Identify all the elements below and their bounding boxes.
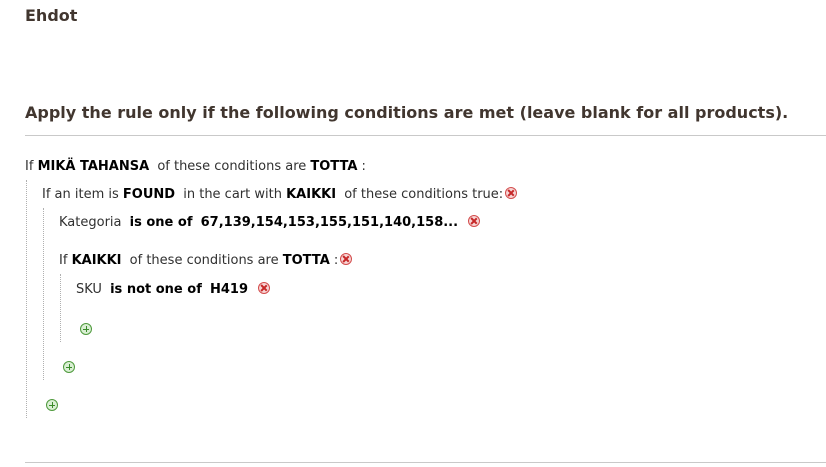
root-aggregator-select[interactable]: MIKÄ TAHANSA bbox=[38, 159, 150, 174]
category-condition: Kategoria is one of 67,139,154,153,155,1… bbox=[59, 214, 481, 232]
sku-operator-select[interactable]: is not one of bbox=[110, 282, 202, 297]
remove-icon[interactable] bbox=[340, 253, 353, 265]
add-icon[interactable] bbox=[46, 399, 58, 411]
sku-value-link[interactable]: H419 bbox=[210, 282, 248, 297]
nested-condition: If KAIKKI of these conditions are TOTTA … bbox=[59, 252, 353, 270]
root-children-guide bbox=[26, 180, 27, 418]
nested-middle-text: of these conditions are bbox=[129, 253, 279, 268]
sku-condition: SKU is not one of H419 bbox=[76, 281, 271, 299]
found-middle-text: in the cart with bbox=[183, 187, 282, 202]
nested-children-guide bbox=[60, 274, 61, 342]
found-prefix-text: If an item is bbox=[42, 187, 119, 202]
nested-end-text: : bbox=[333, 253, 339, 268]
remove-icon[interactable] bbox=[258, 282, 271, 294]
root-condition: If MIKÄ TAHANSA of these conditions are … bbox=[25, 158, 366, 176]
root-value-select[interactable]: TOTTA bbox=[310, 159, 357, 174]
legend-divider bbox=[25, 135, 826, 136]
section-title[interactable]: Ehdot bbox=[25, 6, 77, 25]
found-condition: If an item is FOUND in the cart with KAI… bbox=[42, 186, 518, 204]
root-if-text: If bbox=[25, 159, 34, 174]
nested-aggregator-select[interactable]: KAIKKI bbox=[72, 253, 122, 268]
category-attribute: Kategoria bbox=[59, 215, 122, 230]
root-middle-text: of these conditions are bbox=[157, 159, 307, 174]
nested-value-select[interactable]: TOTTA bbox=[283, 253, 330, 268]
remove-icon[interactable] bbox=[468, 215, 481, 227]
found-aggregator-select[interactable]: KAIKKI bbox=[286, 187, 336, 202]
root-end-text: : bbox=[361, 159, 366, 174]
bottom-divider bbox=[25, 462, 826, 463]
found-value-select[interactable]: FOUND bbox=[123, 187, 175, 202]
add-icon[interactable] bbox=[80, 323, 92, 335]
found-children-guide bbox=[43, 208, 44, 380]
category-operator-select[interactable]: is one of bbox=[130, 215, 193, 230]
found-end-text: of these conditions true: bbox=[344, 187, 504, 202]
add-icon[interactable] bbox=[63, 361, 75, 373]
remove-icon[interactable] bbox=[505, 187, 518, 199]
conditions-legend: Apply the rule only if the following con… bbox=[25, 103, 789, 122]
sku-attribute: SKU bbox=[76, 282, 102, 297]
category-value-link[interactable]: 67,139,154,153,155,151,140,158... bbox=[201, 215, 458, 230]
nested-if-text: If bbox=[59, 253, 68, 268]
